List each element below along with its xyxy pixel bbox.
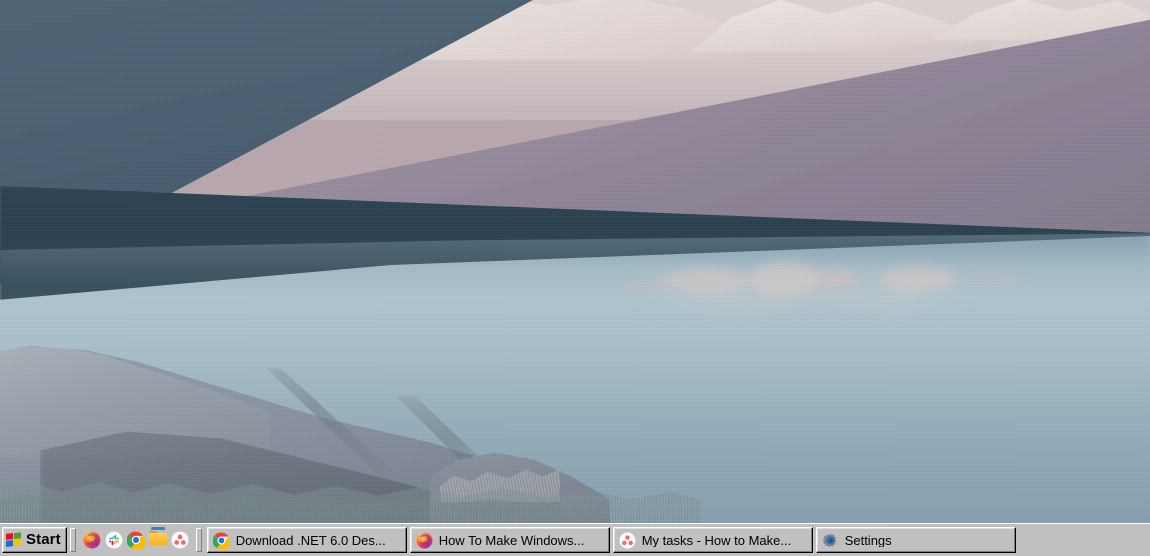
taskbar-button-how-to-make-windows[interactable]: How To Make Windows... <box>409 527 610 553</box>
gear-icon <box>822 532 839 549</box>
taskbar-button-label: Download .NET 6.0 Des... <box>235 533 386 547</box>
water-reflection <box>620 278 666 294</box>
folder-icon[interactable] <box>148 527 167 549</box>
chrome-icon <box>212 532 230 549</box>
quick-launch-gripper[interactable] <box>69 528 76 552</box>
start-button[interactable]: Start <box>2 527 67 553</box>
taskbar-button-my-tasks[interactable]: My tasks - How to Make... <box>612 527 813 553</box>
taskbar-button-label: Settings <box>844 533 892 547</box>
asana-icon <box>618 531 636 549</box>
taskbar-button-settings[interactable]: Settings <box>815 527 1016 553</box>
quick-launch-bar <box>79 527 193 553</box>
slack-icon[interactable] <box>104 531 123 549</box>
asana-icon[interactable] <box>170 531 189 549</box>
water-reflection <box>808 268 858 292</box>
taskbar: Start Download .NET 6.0 Des... How To Ma… <box>0 523 1150 556</box>
taskbar-button-download-net[interactable]: Download .NET 6.0 Des... <box>206 527 407 553</box>
water-reflection <box>660 268 750 294</box>
firefox-icon[interactable] <box>83 531 101 549</box>
chrome-icon[interactable] <box>126 531 145 549</box>
water-reflection <box>880 266 958 292</box>
water-reflection <box>960 272 1020 290</box>
taskbar-button-label: How To Make Windows... <box>438 533 585 547</box>
start-button-label: Start <box>26 531 61 548</box>
windows-flag-icon <box>6 531 23 549</box>
firefox-icon <box>416 532 433 549</box>
screen: Start Download .NET 6.0 Des... How To Ma… <box>0 0 1150 556</box>
desktop-wallpaper[interactable] <box>0 0 1150 523</box>
taskbar-button-label: My tasks - How to Make... <box>641 533 792 547</box>
task-button-area: Download .NET 6.0 Des... How To Make Win… <box>205 527 1082 553</box>
task-buttons-gripper[interactable] <box>195 528 202 552</box>
